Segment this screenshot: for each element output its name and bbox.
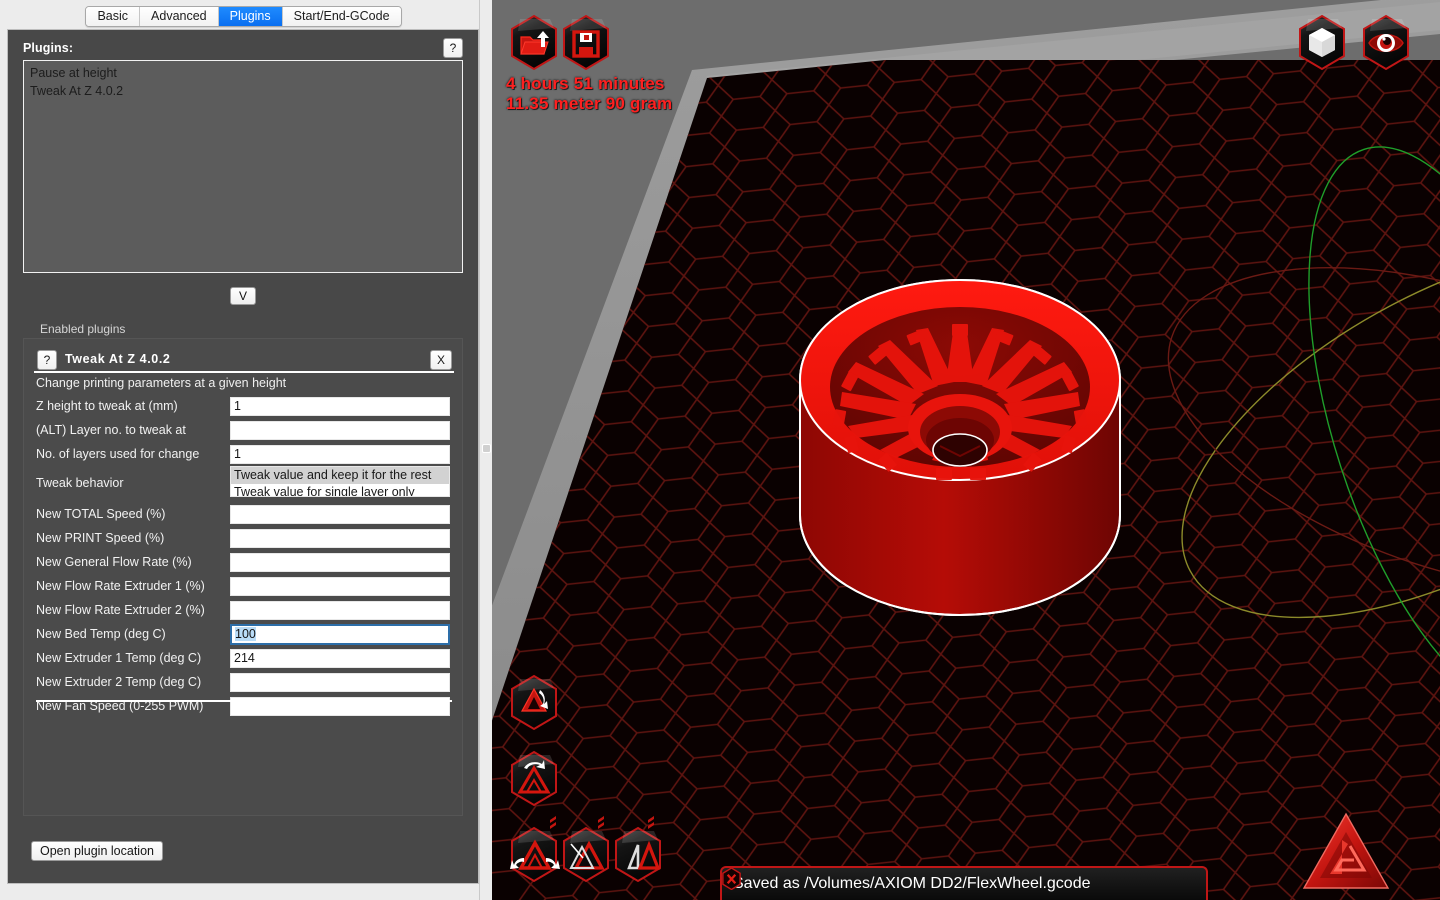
new-bed-temp-input[interactable]: 100 [230,623,450,645]
field-label: (ALT) Layer no. to tweak at [36,423,186,437]
new-flow-rate-extruder-2-input[interactable] [230,600,450,620]
3d-scene [492,0,1440,900]
field-label: New PRINT Speed (%) [36,531,165,545]
field-row: (ALT) Layer no. to tweak at [34,418,454,442]
plugins-pane: Plugins: ? Pause at height Tweak At Z 4.… [7,29,479,884]
tab-advanced[interactable]: Advanced [140,7,219,26]
field-row: Tweak behavior Tweak value and keep it f… [34,466,454,502]
delete-x-icon[interactable] [722,868,741,890]
field-row: New TOTAL Speed (%) [34,502,454,526]
status-bar: Saved as /Volumes/AXIOM DD2/FlexWheel.gc… [720,866,1208,900]
field-label: New TOTAL Speed (%) [36,507,166,521]
field-label: New General Flow Rate (%) [36,555,192,569]
add-plugin-button[interactable]: V [230,287,256,305]
field-row: New Extruder 2 Temp (deg C) [34,670,454,694]
tab-start-end-gcode[interactable]: Start/End-GCode [282,7,401,26]
print-material: 11.35 meter 90 gram [506,94,673,113]
no-of-layers-input[interactable]: 1 [230,444,450,464]
tweak-close-button[interactable]: X [430,350,452,370]
new-total-speed-input[interactable] [230,504,450,524]
tweak-card-title: Tweak At Z 4.0.2 [65,352,171,366]
new-extruder-2-temp-input[interactable] [230,672,450,692]
field-row: New Flow Rate Extruder 2 (%) [34,598,454,622]
listbox-option[interactable]: Tweak value and keep it for the rest [231,467,449,484]
field-row: No. of layers used for change 1 [34,442,454,466]
save-gcode-button [563,14,609,71]
tweak-help-button[interactable]: ? [37,350,57,370]
splitter-grip[interactable] [482,444,491,453]
field-label: New Extruder 2 Temp (deg C) [36,675,202,689]
panel-splitter[interactable] [479,0,492,900]
visibility-button [1363,14,1409,71]
alt-layer-no-input[interactable] [230,420,450,440]
plugins-heading: Plugins: [23,41,74,55]
new-print-speed-input[interactable] [230,528,450,548]
field-label: Z height to tweak at (mm) [36,399,178,413]
available-plugins-list[interactable]: Pause at height Tweak At Z 4.0.2 [23,60,463,273]
field-row: New PRINT Speed (%) [34,526,454,550]
rotate-tool-button [511,674,557,731]
tweak-card-header: ? Tweak At Z 4.0.2 X [34,349,454,373]
field-row: Z height to tweak at (mm) 1 [34,394,454,418]
plugins-pane-inner: Plugins: ? Pause at height Tweak At Z 4.… [15,36,471,879]
tweak-at-z-plugin-card: ? Tweak At Z 4.0.2 X Change printing par… [34,349,454,719]
print-time: 4 hours 51 minutes [506,74,665,93]
field-label: New Extruder 1 Temp (deg C) [36,651,202,665]
field-row: New General Flow Rate (%) [34,550,454,574]
settings-panel: Basic Advanced Plugins Start/End-GCode P… [0,0,487,900]
plugins-help-button[interactable]: ? [443,38,463,58]
field-label: No. of layers used for change [36,447,200,461]
list-item[interactable]: Tweak At Z 4.0.2 [30,82,456,100]
enabled-plugins-label: Enabled plugins [40,322,126,336]
print-estimate-info: 4 hours 51 minutes 11.35 meter 90 gram [506,74,672,114]
new-general-flow-rate-input[interactable] [230,552,450,572]
scale-tool-button [511,750,557,807]
field-row: New Extruder 1 Temp (deg C) 214 [34,646,454,670]
status-message: Saved as /Volumes/AXIOM DD2/FlexWheel.gc… [733,875,1091,892]
field-label: New Flow Rate Extruder 2 (%) [36,603,205,617]
new-flow-rate-extruder-1-input[interactable] [230,576,450,596]
new-bed-temp-value: 100 [235,626,256,641]
tabs: Basic Advanced Plugins Start/End-GCode [85,6,402,27]
tweak-fields: Z height to tweak at (mm) 1 (ALT) Layer … [34,394,454,718]
listbox-option[interactable]: Tweak value for single layer only [231,484,449,496]
new-extruder-1-temp-input[interactable]: 214 [230,648,450,668]
tab-strip: Basic Advanced Plugins Start/End-GCode [0,0,487,28]
list-item[interactable]: Pause at height [30,64,456,82]
field-row: New Flow Rate Extruder 1 (%) [34,574,454,598]
load-model-button [511,14,557,71]
field-row: New Fan Speed (0-255 PWM) [34,694,454,718]
view-mode-button [1299,14,1345,71]
field-label: Tweak behavior [36,476,124,490]
z-height-input[interactable]: 1 [230,396,450,416]
flexwheel-model [799,279,1121,616]
tweak-card-description: Change printing parameters at a given he… [36,376,287,390]
tab-basic[interactable]: Basic [86,7,141,26]
3d-viewport[interactable]: 4 hours 51 minutes 11.35 meter 90 gram S… [492,0,1440,900]
field-label: New Flow Rate Extruder 1 (%) [36,579,205,593]
field-label: New Bed Temp (deg C) [36,627,166,641]
tab-plugins[interactable]: Plugins [218,7,283,26]
enabled-plugins-container: ? Tweak At Z 4.0.2 X Change printing par… [23,338,463,816]
slicer-window: Basic Advanced Plugins Start/End-GCode P… [0,0,1440,900]
card-divider [36,700,452,702]
field-row: New Bed Temp (deg C) 100 [34,622,454,646]
open-plugin-location-button[interactable]: Open plugin location [31,841,163,861]
tweak-behavior-listbox[interactable]: Tweak value and keep it for the rest Twe… [230,466,450,497]
